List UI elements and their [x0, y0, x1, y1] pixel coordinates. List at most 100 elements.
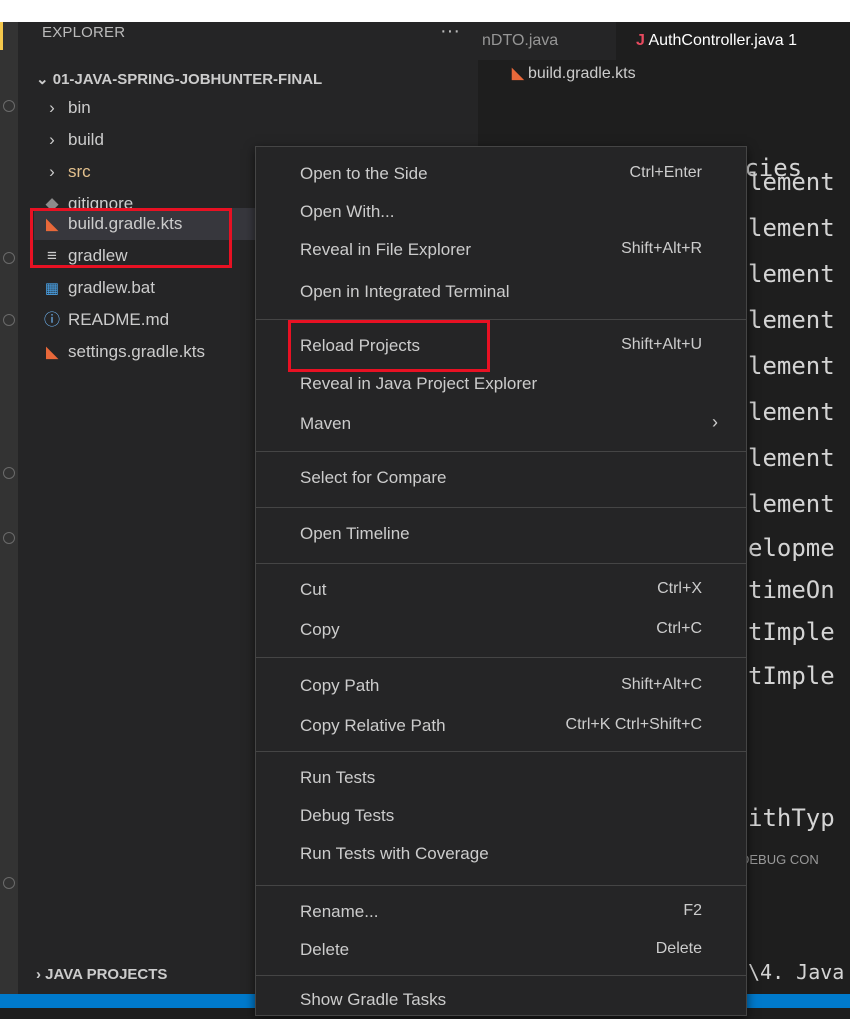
- activity-icon[interactable]: [3, 252, 15, 264]
- code-line: 17: [542, 84, 600, 112]
- tree-item-label: build.gradle.kts: [68, 214, 183, 233]
- project-root-header[interactable]: ⌄ 01-JAVA-SPRING-JOBHUNTER-FINAL: [36, 70, 322, 88]
- menu-item-copy-relative-path[interactable]: Copy Relative Path Ctrl+K Ctrl+Shift+C: [256, 709, 746, 745]
- kotlin-file-icon: ◣: [46, 216, 58, 233]
- breadcrumb-file: build.gradle.kts: [528, 65, 636, 82]
- code-fragment: lement: [748, 398, 835, 426]
- menu-separator: [256, 975, 746, 976]
- activity-icon[interactable]: [3, 532, 15, 544]
- tree-item-label: src: [68, 162, 91, 181]
- active-view-indicator: [0, 22, 3, 50]
- menu-item-shortcut: Delete: [655, 940, 702, 957]
- chevron-right-icon: ›: [712, 412, 718, 432]
- menu-item-run-tests[interactable]: Run Tests: [256, 761, 746, 797]
- menu-item-cut[interactable]: Cut Ctrl+X: [256, 573, 746, 609]
- menu-separator: [256, 319, 746, 320]
- menu-item-reveal-java-project[interactable]: Reveal in Java Project Explorer: [256, 367, 746, 403]
- menu-item-copy-path[interactable]: Copy Path Shift+Alt+C: [256, 669, 746, 705]
- menu-separator: [256, 451, 746, 452]
- menu-item-shortcut: Ctrl+C: [656, 620, 702, 637]
- tree-item-gradlew[interactable]: ≡ gradlew: [44, 240, 254, 272]
- menu-item-shortcut: Shift+Alt+U: [621, 336, 702, 353]
- menu-item-label: Reveal in File Explorer: [300, 240, 472, 259]
- git-icon: ◆: [45, 194, 59, 210]
- more-actions-icon[interactable]: ···: [440, 20, 460, 43]
- activity-bar: [0, 22, 18, 1008]
- account-icon[interactable]: [3, 877, 15, 889]
- menu-item-maven[interactable]: Maven ›: [256, 407, 746, 443]
- tab-label: nDTO.java: [482, 32, 559, 49]
- tree-item-settings-gradle-kts[interactable]: ◣ settings.gradle.kts: [44, 336, 254, 368]
- code-fragment: lement: [748, 490, 835, 518]
- java-file-icon: J: [636, 32, 645, 49]
- menu-item-label: Reveal in Java Project Explorer: [300, 374, 538, 393]
- code-fragment: tImple: [748, 662, 835, 690]
- chevron-right-icon: ›: [49, 162, 55, 181]
- menu-item-shortcut: Shift+Alt+C: [621, 676, 702, 693]
- context-menu: Open to the Side Ctrl+Enter Open With...…: [255, 146, 747, 1016]
- menu-item-label: Copy Relative Path: [300, 716, 446, 735]
- tab-ndto[interactable]: nDTO.java: [482, 22, 558, 60]
- kotlin-file-icon: ◣: [512, 65, 524, 82]
- menu-item-run-tests-coverage[interactable]: Run Tests with Coverage: [256, 837, 746, 873]
- menu-item-label: Delete: [300, 940, 350, 959]
- chevron-down-icon: ⌄: [36, 71, 49, 88]
- menu-item-show-gradle-tasks[interactable]: Show Gradle Tasks: [256, 983, 746, 1019]
- tree-item-bin[interactable]: › bin: [44, 92, 254, 124]
- menu-item-label: Copy Path: [300, 676, 380, 695]
- kotlin-file-icon: ◣: [46, 344, 58, 361]
- menu-item-label: Rename...: [300, 902, 379, 921]
- menu-separator: [256, 563, 746, 564]
- menu-item-open-to-side[interactable]: Open to the Side Ctrl+Enter: [256, 157, 746, 193]
- tree-item-label: gradlew: [68, 246, 128, 265]
- activity-icon[interactable]: [3, 314, 15, 326]
- tree-item-gitignore[interactable]: ◆ gitignore: [44, 188, 254, 210]
- activity-icon[interactable]: [3, 100, 15, 112]
- menu-item-shortcut: Ctrl+K Ctrl+Shift+C: [565, 716, 702, 733]
- info-icon: ⓘ: [44, 312, 61, 329]
- tree-item-label: README.md: [68, 310, 170, 329]
- menu-item-label: Open to the Side: [300, 164, 428, 183]
- chevron-right-icon: ›: [36, 966, 41, 983]
- menu-separator: [256, 885, 746, 886]
- code-fragment: lement: [748, 352, 835, 380]
- menu-item-label: Open Timeline: [300, 524, 410, 543]
- menu-item-open-timeline[interactable]: Open Timeline: [256, 517, 746, 553]
- menu-item-open-with[interactable]: Open With...: [256, 195, 746, 231]
- menu-item-select-compare[interactable]: Select for Compare: [256, 461, 746, 497]
- menu-separator: [256, 507, 746, 508]
- menu-item-open-terminal[interactable]: Open in Integrated Terminal: [256, 275, 746, 311]
- menu-item-label: Reload Projects: [300, 336, 421, 355]
- menu-item-rename[interactable]: Rename... F2: [256, 895, 746, 931]
- menu-item-shortcut: Ctrl+Enter: [629, 164, 702, 181]
- chevron-right-icon: ›: [49, 130, 55, 149]
- code-fragment: lement: [748, 306, 835, 334]
- menu-item-shortcut: Ctrl+X: [657, 580, 702, 597]
- file-lines-icon: ≡: [47, 246, 57, 265]
- code-fragment: lement: [748, 260, 835, 288]
- windows-icon: ▦: [44, 280, 60, 297]
- menu-item-delete[interactable]: Delete Delete: [256, 933, 746, 969]
- menu-item-label: Run Tests: [300, 768, 376, 787]
- tree-item-gradlew-bat[interactable]: ▦ gradlew.bat: [44, 272, 254, 304]
- menu-item-shortcut: Shift+Alt+R: [621, 240, 702, 257]
- menu-item-reveal-file-explorer[interactable]: Reveal in File Explorer Shift+Alt+R: [256, 233, 746, 269]
- breadcrumb[interactable]: ◣ build.gradle.kts: [512, 64, 636, 83]
- menu-separator: [256, 751, 746, 752]
- tab-auth-controller[interactable]: J AuthController.java 1: [616, 22, 850, 60]
- tree-item-readme[interactable]: ⓘ README.md: [44, 304, 254, 336]
- menu-item-debug-tests[interactable]: Debug Tests: [256, 799, 746, 835]
- tree-item-label: build: [68, 130, 104, 149]
- explorer-title: EXPLORER: [42, 24, 126, 41]
- menu-item-reload-projects[interactable]: Reload Projects Shift+Alt+U: [256, 329, 746, 365]
- debug-console-tab[interactable]: DEBUG CON: [740, 852, 819, 867]
- activity-icon[interactable]: [3, 467, 15, 479]
- code-fragment: lement: [748, 444, 835, 472]
- java-projects-header[interactable]: › JAVA PROJECTS: [36, 966, 167, 983]
- menu-item-copy[interactable]: Copy Ctrl+C: [256, 613, 746, 649]
- menu-item-label: Maven: [300, 414, 352, 433]
- java-projects-label: JAVA PROJECTS: [45, 966, 168, 983]
- code-fragment: tImple: [748, 618, 835, 646]
- tree-item-src[interactable]: › src: [44, 156, 254, 188]
- tree-item-build[interactable]: › build: [44, 124, 254, 156]
